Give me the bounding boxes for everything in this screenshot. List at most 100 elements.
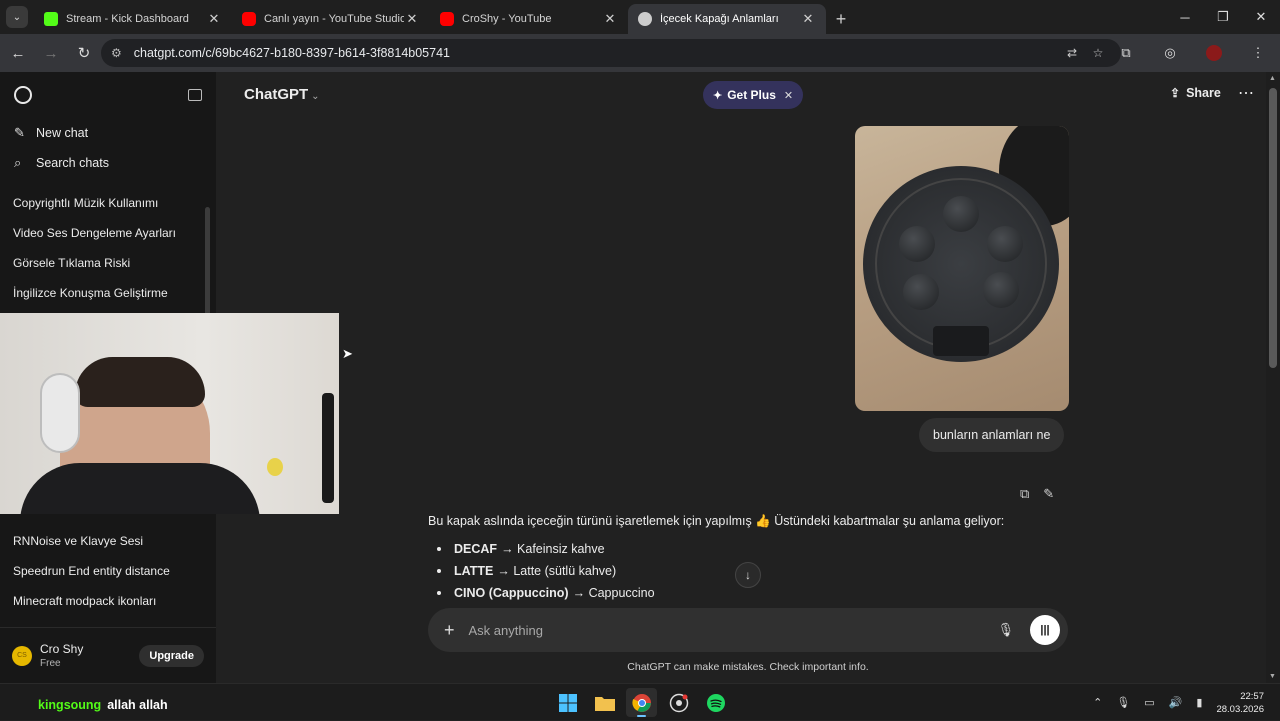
openai-logo-icon[interactable]	[14, 86, 32, 104]
close-icon[interactable]: ✕	[404, 11, 420, 27]
chat-history-item[interactable]: İngilizce Konuşma Geliştirme	[0, 278, 216, 308]
user-name: Cro Shy	[40, 642, 84, 656]
close-icon[interactable]: ✕	[784, 89, 793, 102]
scroll-down-icon[interactable]: ▼	[1269, 673, 1276, 680]
share-button[interactable]: ⇪ Share	[1170, 86, 1221, 100]
forward-button[interactable]: →	[36, 38, 66, 68]
meaning: → Latte (sütlü kahve)	[497, 564, 617, 578]
tab-youtube[interactable]: CroShy - YouTube ✕	[430, 4, 628, 34]
cup-lid-shape	[863, 166, 1059, 362]
lid-button-shape	[987, 226, 1023, 262]
browser-menu-icon[interactable]: ⋮	[1236, 45, 1280, 61]
more-options-icon[interactable]: ⋯	[1238, 83, 1254, 103]
upgrade-button[interactable]: Upgrade	[139, 644, 204, 667]
edit-icon[interactable]: ✎	[1043, 486, 1054, 502]
screenshot-icon[interactable]: ◎	[1148, 45, 1192, 61]
new-chat-button[interactable]: ✎ New chat	[0, 118, 216, 148]
tab-kick[interactable]: Stream - Kick Dashboard ✕	[34, 4, 232, 34]
chat-history-item[interactable]: Video Ses Dengeleme Ayarları	[0, 218, 216, 248]
close-icon[interactable]: ✕	[602, 11, 618, 27]
chrome-button[interactable]	[626, 688, 657, 717]
streamer-hair-shape	[75, 357, 205, 407]
lid-spout-shape	[933, 326, 989, 356]
headset-shape	[40, 373, 80, 453]
file-explorer-button[interactable]	[589, 688, 620, 717]
chat-history-item[interactable]: Görsele Tıklama Riski	[0, 248, 216, 278]
browser-tab-strip: ⌄ Stream - Kick Dashboard ✕ Canlı yayın …	[0, 0, 1280, 34]
get-plus-label: Get Plus	[727, 88, 776, 102]
tab-title: Canlı yayın - YouTube Studio	[264, 13, 404, 25]
tab-title: Stream - Kick Dashboard	[66, 13, 189, 25]
system-tray: ⌃ 🎙 ▭ 🔊 ▮ 22:57 28.03.2026	[1093, 684, 1280, 721]
stream-chat-overlay: kingsoung allah allah	[38, 698, 168, 712]
spotify-button[interactable]	[700, 688, 731, 717]
sidebar-scrollbar[interactable]	[205, 207, 210, 317]
close-icon[interactable]: ✕	[800, 11, 816, 27]
extensions-icon[interactable]: ⧉	[1104, 45, 1148, 61]
search-chats-button[interactable]: ⌕ Search chats	[0, 148, 216, 178]
close-window-icon[interactable]: ✕	[1242, 0, 1280, 34]
browser-toolbar: ← → ↻ ⚙ chatgpt.com/c/69bc4627-b180-8397…	[0, 34, 1280, 72]
sidebar-toggle-icon[interactable]	[188, 89, 202, 101]
disclaimer-text: ChatGPT can make mistakes. Check importa…	[627, 661, 869, 673]
search-icon: ⌕	[14, 155, 22, 170]
chat-history-item[interactable]: Copyrightlı Müzik Kullanımı	[0, 188, 216, 218]
voice-mode-button[interactable]: |||	[1030, 615, 1060, 645]
streamer-shirt-shape	[20, 463, 260, 514]
chat-history-item[interactable]: Speedrun End entity distance	[0, 556, 216, 586]
answer-intro: Bu kapak aslında içeceğin türünü işaretl…	[428, 514, 1005, 528]
site-info-icon[interactable]: ⚙	[111, 46, 122, 60]
edit-icon: ✎	[14, 125, 25, 140]
add-attachment-icon[interactable]: +	[444, 620, 455, 641]
clock[interactable]: 22:57 28.03.2026	[1216, 690, 1264, 716]
scroll-up-icon[interactable]: ▲	[1269, 75, 1276, 82]
translate-icon[interactable]: ⇄	[1059, 46, 1085, 60]
scroll-to-bottom-button[interactable]: ↓	[735, 562, 761, 588]
close-icon[interactable]: ✕	[206, 11, 222, 27]
term: DECAF	[454, 542, 498, 556]
uploaded-image[interactable]	[855, 126, 1069, 411]
start-button[interactable]	[552, 688, 583, 717]
model-selector[interactable]: ChatGPT ⌄	[244, 86, 320, 103]
page-scrollbar[interactable]: ▲ ▼	[1266, 72, 1280, 683]
user-menu[interactable]: CS Cro Shy Free Upgrade	[0, 627, 216, 683]
folder-icon	[594, 696, 615, 711]
tab-title: CroShy - YouTube	[462, 13, 552, 25]
lid-button-shape	[903, 274, 939, 310]
chat-history-item[interactable]: RNNoise ve Klavye Sesi	[0, 526, 216, 556]
meaning: → Kafeinsiz kahve	[501, 542, 605, 556]
obs-button[interactable]	[663, 688, 694, 717]
url-text: chatgpt.com/c/69bc4627-b180-8397-b614-3f…	[133, 46, 450, 60]
spotify-icon	[706, 693, 725, 712]
term: LATTE	[454, 564, 494, 578]
battery-icon[interactable]: ▮	[1196, 696, 1202, 709]
message-composer[interactable]: + Ask anything 🎙 |||	[428, 608, 1068, 652]
chat-history-item[interactable]: Minecraft modpack ikonları	[0, 586, 216, 616]
new-tab-button[interactable]: +	[826, 4, 856, 34]
copy-icon[interactable]: ⧉	[1020, 486, 1029, 502]
address-bar[interactable]: ⚙ chatgpt.com/c/69bc4627-b180-8397-b614-…	[101, 39, 1121, 67]
chatgpt-icon	[638, 12, 652, 26]
get-plus-button[interactable]: ✦ Get Plus ✕	[703, 81, 804, 109]
kick-icon	[44, 12, 58, 26]
minimize-icon[interactable]: ─	[1166, 0, 1204, 34]
search-chats-label: Search chats	[36, 156, 109, 170]
scrollbar-thumb[interactable]	[1269, 88, 1277, 368]
tab-title: İçecek Kapağı Anlamları	[660, 13, 779, 25]
back-button[interactable]: ←	[3, 38, 33, 68]
tab-chatgpt[interactable]: İçecek Kapağı Anlamları ✕	[628, 4, 826, 34]
composer-input[interactable]: Ask anything	[469, 623, 998, 638]
tab-search-button[interactable]: ⌄	[0, 0, 34, 34]
reload-button[interactable]: ↻	[69, 38, 99, 68]
tab-youtube-studio[interactable]: Canlı yayın - YouTube Studio ✕	[232, 4, 430, 34]
profile-avatar[interactable]	[1206, 45, 1222, 61]
clock-date: 28.03.2026	[1216, 703, 1264, 715]
volume-icon[interactable]: 🔊	[1169, 696, 1183, 709]
restore-icon[interactable]: ❐	[1204, 0, 1242, 34]
chevron-down-icon: ⌄	[311, 91, 320, 102]
microphone-icon[interactable]: 🎙	[997, 622, 1014, 638]
user-plan: Free	[40, 658, 61, 669]
network-icon[interactable]: ▭	[1144, 696, 1154, 709]
chevron-up-icon[interactable]: ⌃	[1093, 696, 1102, 709]
microphone-icon[interactable]: 🎙	[1116, 696, 1130, 709]
